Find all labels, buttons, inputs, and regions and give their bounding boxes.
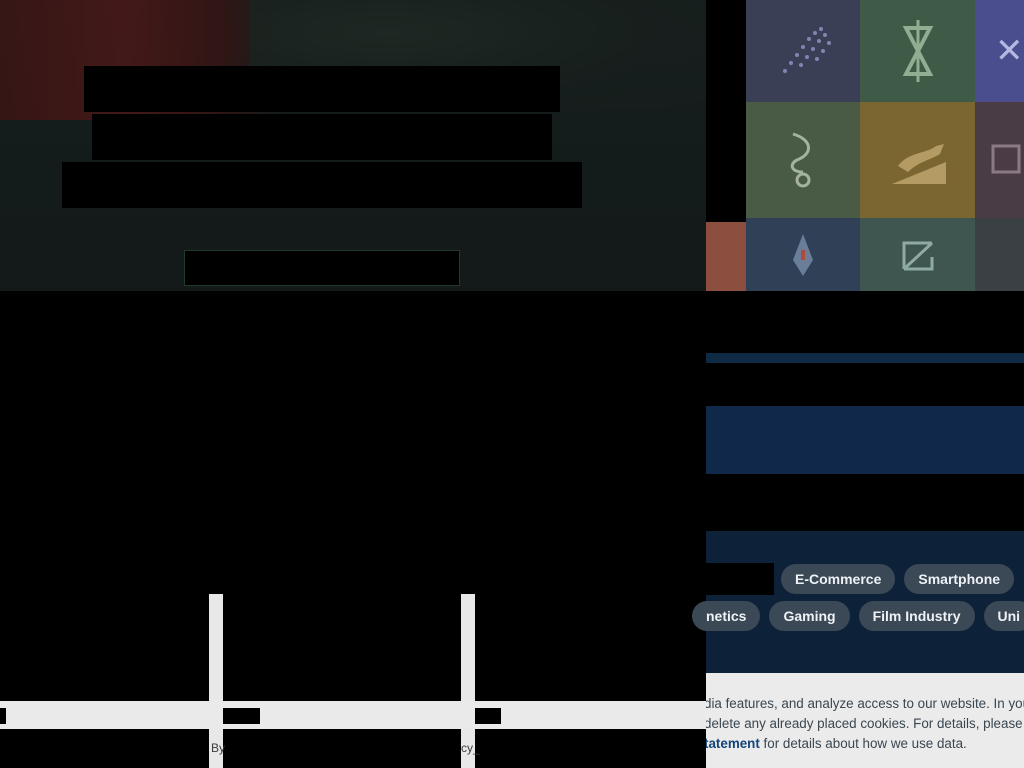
hook-icon	[790, 132, 811, 188]
hourglass-icon	[902, 20, 933, 82]
tile-figure[interactable]	[746, 218, 860, 291]
hero-subtitle-redacted	[92, 114, 552, 160]
cookie-text: for details about how we use data.	[759, 736, 967, 751]
dots-icon	[783, 27, 831, 73]
redacted-block	[223, 708, 260, 724]
hero-cta-button[interactable]	[184, 250, 460, 286]
industry-chip-row: netics Gaming Film Industry Uni	[692, 601, 1024, 631]
section-band	[706, 353, 1024, 363]
hero-text-redacted	[62, 162, 582, 208]
chip-film-industry[interactable]: Film Industry	[858, 601, 975, 631]
footer-fragment: cy_	[461, 741, 480, 755]
industry-chip-row: E-Commerce Smartphone	[781, 564, 1015, 594]
cookie-notice: dia features, and analyze access to our …	[706, 673, 1024, 768]
leopard-icon	[891, 144, 946, 184]
cookie-text: delete any already placed cookies. For d…	[706, 716, 1024, 731]
redacted-block	[706, 563, 774, 595]
hero-title-redacted	[84, 66, 560, 112]
chip-gaming[interactable]: Gaming	[769, 601, 850, 631]
tile-hook[interactable]	[746, 102, 860, 218]
chip-e-commerce[interactable]: E-Commerce	[781, 564, 896, 594]
tile-leopard[interactable]	[860, 102, 975, 218]
cookie-text-line: tatement for details about how we use da…	[706, 736, 967, 751]
footer-strip	[0, 701, 706, 729]
cookie-text: dia features, and analyze access to our …	[706, 696, 1024, 711]
tile-close[interactable]: ✕	[975, 0, 1024, 102]
chip-cosmetics[interactable]: netics	[692, 601, 761, 631]
page: ✕ E-Commerce Smartphone netics Gaming Fi…	[0, 0, 1024, 768]
close-icon[interactable]: ✕	[995, 34, 1024, 68]
tile-dark[interactable]	[975, 218, 1024, 291]
tile-frame[interactable]	[860, 218, 975, 291]
hero-banner	[0, 0, 706, 291]
figure-icon	[793, 233, 813, 276]
section-band	[706, 406, 1024, 474]
redacted-block	[706, 0, 746, 222]
chip-partial[interactable]: Uni	[983, 601, 1024, 631]
footer-fragment: By	[211, 741, 226, 755]
tile-hourglass[interactable]	[860, 0, 975, 102]
frame-icon	[902, 241, 933, 270]
privacy-statement-link[interactable]: tatement	[706, 736, 760, 751]
box-icon	[991, 144, 1021, 174]
redacted-block	[475, 708, 501, 724]
industry-tile-grid: ✕	[706, 0, 1024, 291]
tile-dots[interactable]	[746, 0, 860, 102]
tile-box[interactable]	[975, 102, 1024, 218]
redacted-block	[0, 708, 6, 724]
tile-partial[interactable]	[706, 222, 746, 291]
chip-smartphone[interactable]: Smartphone	[904, 564, 1015, 594]
